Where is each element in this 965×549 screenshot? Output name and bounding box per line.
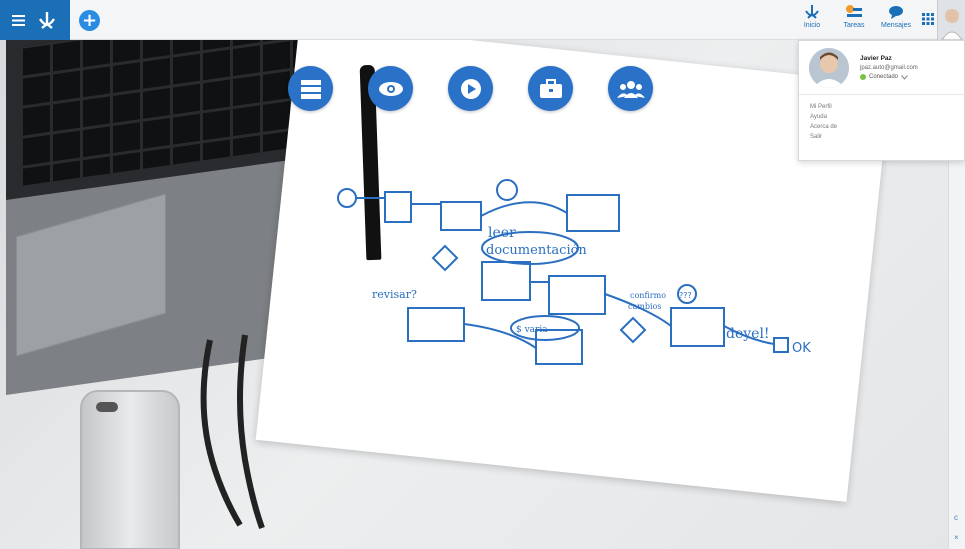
user-status-label: Conectado <box>869 74 899 80</box>
sketch-text-varia: $ varia <box>516 325 548 335</box>
action-view-button[interactable] <box>368 66 413 111</box>
nav-item-tareas[interactable]: Tareas <box>837 4 871 29</box>
user-status[interactable]: Conectado <box>860 74 908 80</box>
action-briefcase-button[interactable] <box>528 66 573 111</box>
phone-image <box>80 390 180 549</box>
nav-label-inicio: Inicio <box>803 22 821 29</box>
sketch-text-qqq: ??? <box>679 291 692 300</box>
briefcase-icon <box>539 78 562 98</box>
user-menu: Mi Perfil Ayuda Acerca de Salir <box>810 102 837 142</box>
user-photo <box>809 48 849 88</box>
deyel-logo-icon[interactable] <box>36 10 58 30</box>
messages-icon <box>889 6 903 19</box>
action-process-list-button[interactable] <box>288 66 333 111</box>
sketch-text-confirmo: confirmo <box>630 291 666 300</box>
play-icon <box>460 78 481 99</box>
action-play-button[interactable] <box>448 66 493 111</box>
chevron-down-icon <box>901 74 908 80</box>
nav-label-tareas: Tareas <box>843 22 865 29</box>
action-buttons <box>288 66 653 111</box>
eye-icon <box>378 81 403 96</box>
user-menu-item-ayuda[interactable]: Ayuda <box>810 112 837 122</box>
right-side-strip: c × <box>948 161 965 549</box>
add-button[interactable]: + <box>79 10 100 31</box>
process-sketch: leer documentación revisar? confirmo cam… <box>337 179 811 365</box>
action-users-button[interactable] <box>608 66 653 111</box>
user-menu-item-perfil[interactable]: Mi Perfil <box>810 102 837 112</box>
home-icon <box>805 5 819 19</box>
nav-label-mensajes: Mensajes <box>881 22 911 29</box>
sketch-text-documentacion: documentación <box>486 243 587 258</box>
top-bar: + Inicio Tareas Mensajes <box>0 0 965 41</box>
top-nav: Inicio Tareas Mensajes <box>795 4 913 29</box>
users-icon <box>616 80 645 98</box>
apps-grid-icon[interactable] <box>922 13 934 25</box>
divider <box>799 94 965 95</box>
menu-block <box>0 0 70 40</box>
user-avatar-button[interactable] <box>937 0 965 41</box>
nav-item-mensajes[interactable]: Mensajes <box>879 4 913 29</box>
sketch-text-deyel: deyel! <box>726 326 770 342</box>
user-panel: Javier Paz jpaz.auto@gmail.com Conectado… <box>798 40 965 161</box>
avatar-icon <box>941 9 963 41</box>
nav-item-inicio[interactable]: Inicio <box>795 4 829 29</box>
side-strip-top-glyph[interactable]: c <box>954 513 958 522</box>
process-list-icon <box>300 79 321 99</box>
user-menu-item-salir[interactable]: Salir <box>810 132 837 142</box>
user-email: jpaz.auto@gmail.com <box>860 65 918 71</box>
sketch-text-leer: leer <box>488 225 516 241</box>
hamburger-menu-icon[interactable] <box>11 14 25 26</box>
side-strip-close-icon[interactable]: × <box>954 533 959 542</box>
sketch-text-revisar: revisar? <box>372 288 417 301</box>
sketch-text-ok: OK <box>792 341 811 356</box>
user-menu-item-acerca[interactable]: Acerca de <box>810 122 837 132</box>
user-name: Javier Paz <box>860 55 892 62</box>
app-root: leer documentación revisar? confirmo cam… <box>0 0 965 549</box>
sketch-text-cambios: cambios <box>628 302 661 311</box>
tasks-icon <box>846 5 862 17</box>
online-status-dot-icon <box>860 74 866 80</box>
